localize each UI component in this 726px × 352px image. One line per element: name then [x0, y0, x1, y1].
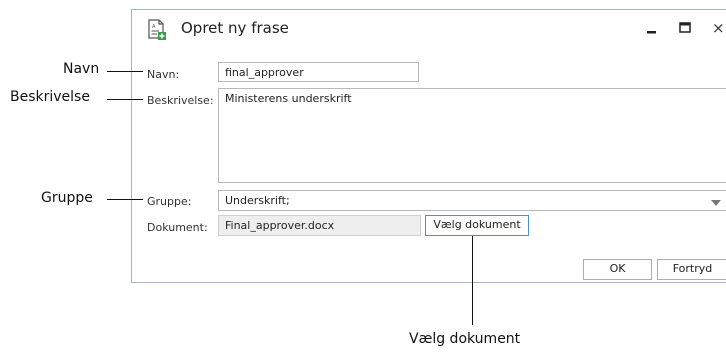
close-icon[interactable]: ×	[712, 18, 726, 38]
window-title: Opret ny frase	[181, 19, 289, 37]
callout-beskrivelse: Beskrivelse	[10, 89, 90, 105]
callout-navn: Navn	[63, 61, 100, 77]
callout-line-vaelg	[472, 236, 473, 325]
gruppe-label: Gruppe:	[147, 195, 192, 208]
dokument-field: Final_approver.docx	[218, 215, 421, 236]
vaelg-dokument-button[interactable]: Vælg dokument	[425, 215, 529, 236]
document-add-icon: A	[147, 19, 167, 41]
gruppe-selected-value: Underskrift;	[225, 194, 290, 207]
navn-label: Navn:	[147, 68, 180, 81]
navn-input[interactable]: final_approver	[218, 62, 419, 82]
gruppe-select[interactable]: Underskrift;	[218, 190, 726, 211]
beskrivelse-textarea[interactable]: Ministerens underskrift	[218, 88, 726, 183]
title-bar[interactable]: A Opret ny frase ×	[132, 10, 726, 48]
ok-button[interactable]: OK	[583, 259, 652, 280]
callout-gruppe: Gruppe	[41, 190, 93, 206]
dialog-window: A Opret ny frase × Navn: final_approver …	[131, 9, 726, 283]
beskrivelse-label: Beskrivelse:	[147, 94, 214, 107]
callout-line-navn	[107, 71, 143, 72]
callout-line-beskrivelse	[107, 99, 143, 100]
callout-vaelg-dokument: Vælg dokument	[409, 331, 521, 347]
chevron-down-icon[interactable]	[711, 197, 721, 210]
minimize-icon[interactable]	[642, 18, 662, 38]
dokument-label: Dokument:	[147, 221, 208, 234]
fortryd-button[interactable]: Fortryd	[657, 259, 726, 280]
maximize-icon[interactable]	[675, 18, 695, 38]
callout-line-gruppe	[107, 199, 143, 200]
svg-text:A: A	[152, 24, 156, 30]
